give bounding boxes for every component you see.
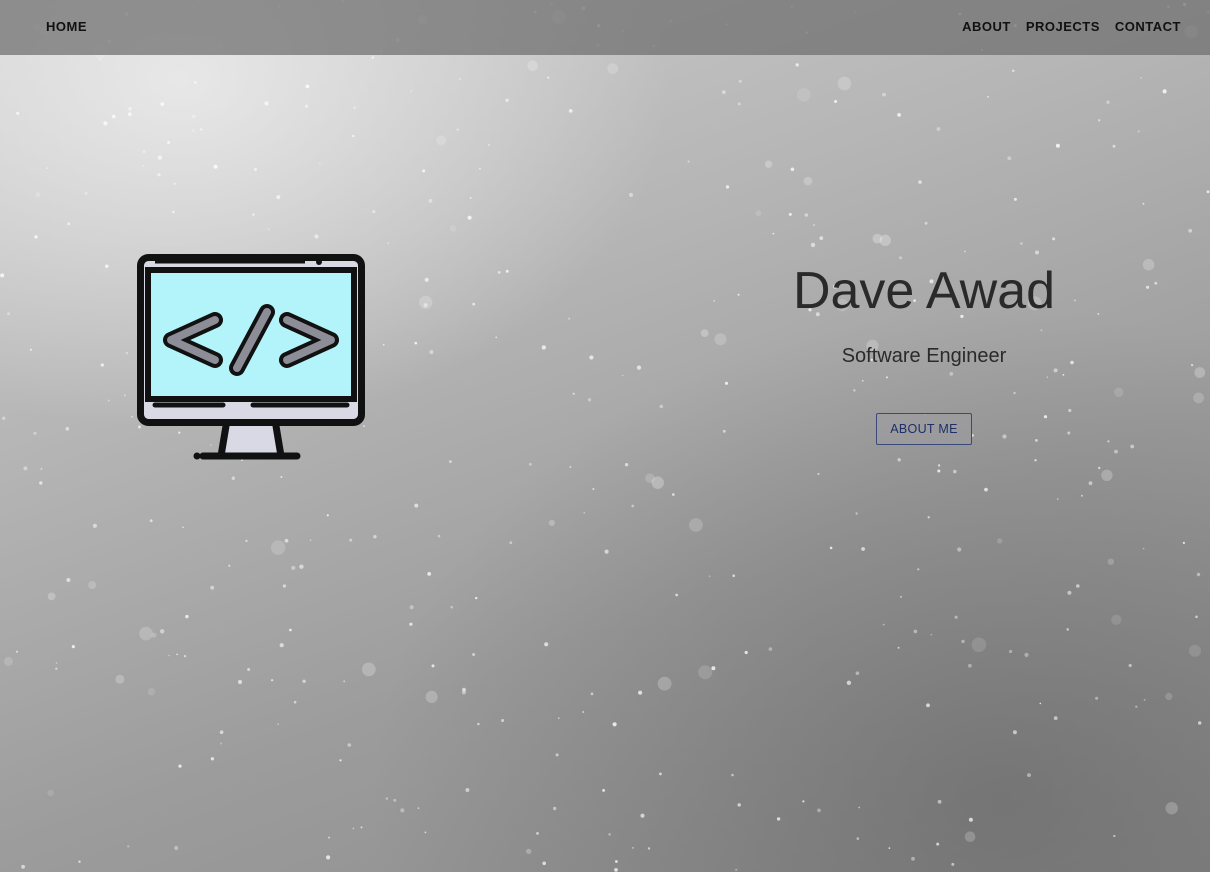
nav-home-link[interactable]: HOME (46, 19, 87, 34)
top-navbar: HOME ABOUT PROJECTS CONTACT (0, 0, 1210, 55)
hero-name: Dave Awad (792, 262, 1056, 320)
hero-job-title: Software Engineer (841, 345, 1007, 367)
nav-projects-link[interactable]: PROJECTS (1026, 19, 1100, 34)
code-monitor-icon (137, 254, 365, 460)
nav-right-links: ABOUT PROJECTS CONTACT (962, 19, 1181, 34)
nav-contact-link[interactable]: CONTACT (1115, 19, 1181, 34)
hero-intro: Dave Awad Software Engineer ABOUT ME (724, 258, 1124, 445)
nav-about-link[interactable]: ABOUT (962, 19, 1011, 34)
about-me-button[interactable]: ABOUT ME (876, 413, 972, 445)
landing-page: HOME ABOUT PROJECTS CONTACT Dave Awad So… (0, 0, 1210, 872)
